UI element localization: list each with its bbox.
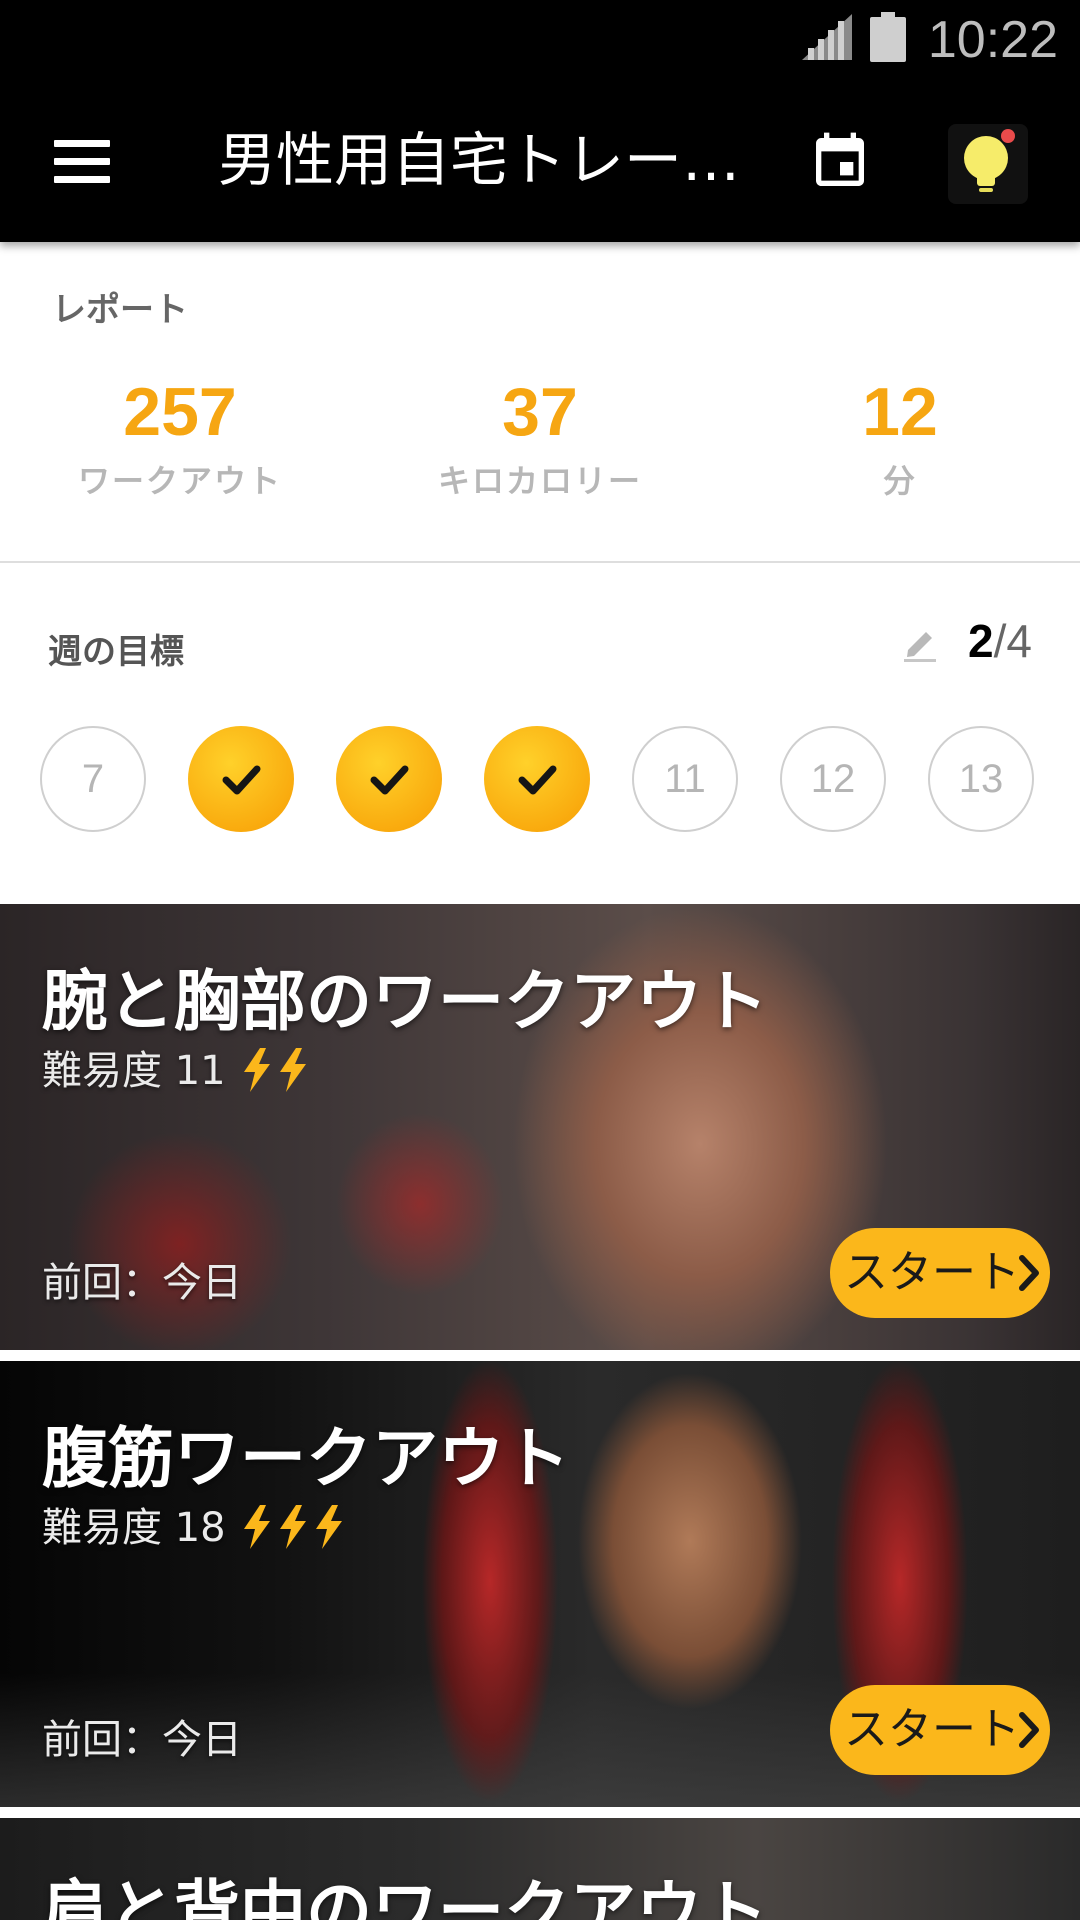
status-time: 10:22 — [927, 11, 1058, 69]
last-done: 前回：今日 — [42, 1260, 242, 1306]
day-label: 7 — [81, 757, 105, 801]
workout-card-shoulders-back[interactable]: 肩と背中のワークアウト — [0, 1818, 1080, 1920]
weekly-goal-progress[interactable]: 2/4 — [968, 614, 1032, 668]
lightning-icon — [244, 1048, 271, 1092]
day-label: 12 — [810, 757, 856, 801]
difficulty-text: 難易度 11 — [42, 1048, 226, 1094]
stat-value: 257 — [123, 374, 237, 450]
day-circle[interactable]: 13 — [928, 726, 1034, 832]
stat-minutes: 12 分 — [750, 372, 1050, 502]
page-title: 男性用自宅トレー… — [218, 126, 738, 194]
day-circle[interactable]: 7 — [40, 726, 146, 832]
chevron-right-icon — [1019, 1712, 1039, 1748]
menu-icon[interactable] — [48, 132, 118, 192]
start-label: スタート — [844, 1704, 1020, 1755]
workout-title: 肩と背中のワークアウト — [42, 1873, 768, 1920]
workout-card-abs[interactable]: 腹筋ワークアウト 難易度 18 前回：今日 スタート — [0, 1361, 1080, 1807]
day-circle-completed[interactable] — [188, 726, 294, 832]
check-icon — [518, 765, 557, 795]
check-icon — [370, 765, 409, 795]
workout-difficulty: 難易度 11 — [42, 1038, 310, 1096]
day-label: 11 — [664, 757, 706, 801]
lightning-icon — [280, 1505, 307, 1549]
workout-title: 腕と胸部のワークアウト — [42, 963, 768, 1040]
start-label: スタート — [844, 1247, 1020, 1298]
battery-icon — [870, 12, 906, 62]
lightning-icon — [280, 1048, 307, 1092]
workout-card-arms-chest[interactable]: 腕と胸部のワークアウト 難易度 11 前回：今日 スタート — [0, 904, 1080, 1350]
stat-label: 分 — [882, 462, 917, 500]
day-circle[interactable]: 12 — [780, 726, 886, 832]
goal-total-count: 4 — [1006, 615, 1032, 667]
day-circle[interactable]: 11 — [632, 726, 738, 832]
goal-done-count: 2 — [968, 615, 994, 667]
report-heading: レポート — [52, 290, 188, 330]
app-toolbar: 男性用自宅トレー… — [0, 80, 1080, 242]
lightbulb-icon[interactable] — [948, 124, 1028, 204]
difficulty-text: 難易度 18 — [42, 1505, 226, 1551]
stat-value: 37 — [502, 374, 578, 450]
workout-title: 腹筋ワークアウト — [42, 1420, 570, 1497]
signal-icon — [802, 14, 852, 60]
last-done: 前回：今日 — [42, 1717, 242, 1763]
stat-kcal: 37 キロカロリー — [390, 372, 690, 502]
stat-label: キロカロリー — [437, 462, 642, 500]
day-circle-completed[interactable] — [484, 726, 590, 832]
stat-workouts: 257 ワークアウト — [30, 372, 330, 502]
week-days-row: 7 11 12 13 — [40, 726, 1040, 836]
chevron-right-icon — [1019, 1255, 1039, 1291]
lightning-icon — [316, 1505, 343, 1549]
day-circle-completed[interactable] — [336, 726, 442, 832]
status-bar: 10:22 — [0, 0, 1080, 80]
workout-difficulty: 難易度 18 — [42, 1495, 346, 1553]
stat-value: 12 — [862, 374, 938, 450]
lightning-icon — [244, 1505, 271, 1549]
weekly-goal-heading: 週の目標 — [48, 632, 184, 672]
check-icon — [222, 765, 261, 795]
stat-label: ワークアウト — [77, 462, 282, 500]
pencil-icon[interactable] — [902, 622, 938, 662]
start-button[interactable]: スタート — [830, 1685, 1050, 1775]
goal-separator: / — [993, 615, 1007, 667]
calendar-icon[interactable] — [808, 130, 872, 194]
day-label: 13 — [958, 757, 1004, 801]
section-divider — [0, 561, 1080, 563]
start-button[interactable]: スタート — [830, 1228, 1050, 1318]
